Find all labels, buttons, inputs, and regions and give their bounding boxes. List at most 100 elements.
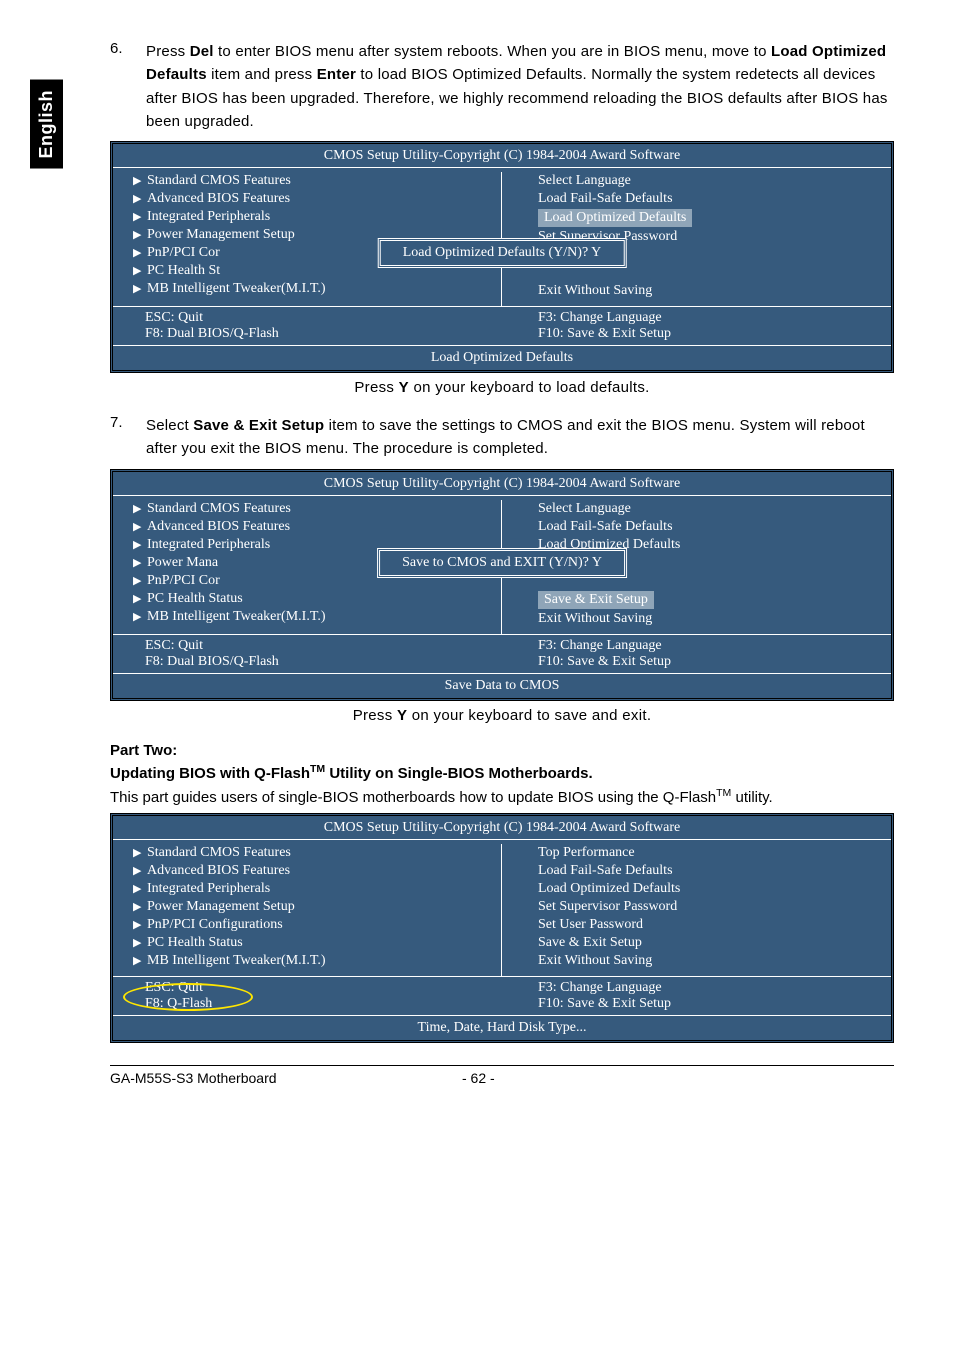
bios-title: CMOS Setup Utility-Copyright (C) 1984-20… (113, 144, 891, 168)
text: utility. (731, 789, 772, 806)
arrow-icon: ▶ (133, 882, 147, 895)
key-hint: F3: Change Language (538, 980, 891, 996)
menu-item[interactable]: Set User Password (538, 917, 643, 932)
footer-left: GA-M55S-S3 Motherboard (110, 1070, 462, 1086)
menu-item[interactable]: MB Intelligent Tweaker(M.I.T.) (147, 953, 326, 968)
step-text: Press Del to enter BIOS menu after syste… (146, 40, 894, 133)
key-y: Y (399, 379, 409, 396)
bios-screen-load-defaults: CMOS Setup Utility-Copyright (C) 1984-20… (110, 141, 894, 373)
caption: Press Y on your keyboard to load default… (110, 379, 894, 396)
text: Press (353, 707, 397, 724)
bios-left-column: ▶Standard CMOS Features ▶Advanced BIOS F… (113, 844, 502, 976)
key-enter: Enter (317, 66, 356, 83)
arrow-icon: ▶ (133, 864, 147, 877)
text: on your keyboard to load defaults. (409, 379, 650, 396)
arrow-icon: ▶ (133, 918, 147, 931)
step-7: 7. Select Save & Exit Setup item to save… (110, 414, 894, 461)
part-two-heading: Part Two: (110, 742, 894, 759)
key-hint: F10: Save & Exit Setup (538, 996, 891, 1012)
menu-item[interactable]: PnP/PCI Cor (147, 245, 220, 260)
bios-title: CMOS Setup Utility-Copyright (C) 1984-20… (113, 472, 891, 496)
bios-screen-qflash: CMOS Setup Utility-Copyright (C) 1984-20… (110, 813, 894, 1043)
bios-status: Load Optimized Defaults (113, 346, 891, 370)
arrow-icon: ▶ (133, 556, 147, 569)
menu-item[interactable]: Load Fail-Safe Defaults (538, 863, 673, 878)
menu-item[interactable]: Exit Without Saving (538, 611, 652, 626)
key-y: Y (397, 707, 407, 724)
menu-item[interactable]: Standard CMOS Features (147, 845, 291, 860)
arrow-icon: ▶ (133, 246, 147, 259)
menu-item[interactable]: Set Supervisor Password (538, 899, 677, 914)
arrow-icon: ▶ (133, 502, 147, 515)
menu-item[interactable]: Load Fail-Safe Defaults (538, 519, 673, 534)
menu-item[interactable]: Advanced BIOS Features (147, 191, 290, 206)
menu-item[interactable]: Integrated Peripherals (147, 881, 270, 896)
key-hint: F10: Save & Exit Setup (538, 326, 891, 342)
menu-item[interactable]: Integrated Peripherals (147, 537, 270, 552)
arrow-icon: ▶ (133, 538, 147, 551)
key-hint: ESC: Quit (145, 310, 502, 326)
footer-page-number: - 62 - (462, 1070, 542, 1086)
menu-item[interactable]: Top Performance (538, 845, 635, 860)
language-tab: English (30, 80, 63, 169)
menu-item[interactable]: Exit Without Saving (538, 953, 652, 968)
menu-item[interactable]: Select Language (538, 173, 631, 188)
bios-status: Time, Date, Hard Disk Type... (113, 1016, 891, 1040)
menu-item-selected[interactable]: Load Optimized Defaults (538, 209, 692, 227)
menu-item[interactable]: PC Health Status (147, 935, 243, 950)
menu-item[interactable]: Standard CMOS Features (147, 173, 291, 188)
arrow-icon: ▶ (133, 520, 147, 533)
menu-item[interactable]: Load Optimized Defaults (538, 881, 680, 896)
arrow-icon: ▶ (133, 846, 147, 859)
arrow-icon: ▶ (133, 282, 147, 295)
menu-item-selected[interactable]: Save & Exit Setup (538, 591, 654, 609)
confirm-popup[interactable]: Save to CMOS and EXIT (Y/N)? Y (377, 548, 627, 578)
arrow-icon: ▶ (133, 210, 147, 223)
step-6: 6. Press Del to enter BIOS menu after sy… (110, 40, 894, 133)
key-hint: ESC: Quit (145, 980, 502, 996)
arrow-icon: ▶ (133, 574, 147, 587)
bios-right-column: Top Performance Load Fail-Safe Defaults … (502, 844, 891, 976)
menu-item[interactable]: Power Management Setup (147, 899, 295, 914)
menu-item[interactable]: Integrated Peripherals (147, 209, 270, 224)
part-two-intro: This part guides users of single-BIOS mo… (110, 786, 894, 810)
text: Press (146, 43, 190, 60)
text: Select (146, 417, 193, 434)
step-text: Select Save & Exit Setup item to save th… (146, 414, 894, 461)
confirm-popup[interactable]: Load Optimized Defaults (Y/N)? Y (378, 238, 627, 268)
page-footer: GA-M55S-S3 Motherboard - 62 - (110, 1065, 894, 1086)
menu-item[interactable]: PC Health Status (147, 591, 243, 606)
menu-item[interactable]: Save & Exit Setup (538, 935, 642, 950)
menu-item[interactable]: MB Intelligent Tweaker(M.I.T.) (147, 281, 326, 296)
menu-item[interactable]: PC Health St (147, 263, 220, 278)
menu-item[interactable]: Load Fail-Safe Defaults (538, 191, 673, 206)
text: on your keyboard to save and exit. (407, 707, 651, 724)
page-content: 6. Press Del to enter BIOS menu after sy… (110, 40, 894, 1086)
menu-item[interactable]: Power Management Setup (147, 227, 295, 242)
menu-item[interactable]: Standard CMOS Features (147, 501, 291, 516)
text: This part guides users of single-BIOS mo… (110, 789, 716, 806)
key-hint: F8: Dual BIOS/Q-Flash (145, 326, 502, 342)
menu-item[interactable]: Exit Without Saving (538, 283, 652, 298)
menu-item[interactable]: PnP/PCI Cor (147, 573, 220, 588)
text: item and press (207, 66, 317, 83)
key-save-exit: Save & Exit Setup (193, 417, 324, 434)
arrow-icon: ▶ (133, 610, 147, 623)
text: Updating BIOS with Q-Flash (110, 765, 310, 782)
key-hint: F8: Q-Flash (145, 996, 502, 1012)
menu-item[interactable]: Advanced BIOS Features (147, 863, 290, 878)
trademark-icon: TM (716, 787, 731, 799)
menu-item[interactable]: Advanced BIOS Features (147, 519, 290, 534)
menu-item[interactable]: PnP/PCI Configurations (147, 917, 283, 932)
bios-title: CMOS Setup Utility-Copyright (C) 1984-20… (113, 816, 891, 840)
key-hint: F10: Save & Exit Setup (538, 654, 891, 670)
menu-item[interactable]: MB Intelligent Tweaker(M.I.T.) (147, 609, 326, 624)
arrow-icon: ▶ (133, 192, 147, 205)
arrow-icon: ▶ (133, 228, 147, 241)
key-hint: ESC: Quit (145, 638, 502, 654)
step-number: 6. (110, 40, 146, 133)
arrow-icon: ▶ (133, 936, 147, 949)
menu-item[interactable]: Select Language (538, 501, 631, 516)
key-hint: F3: Change Language (538, 638, 891, 654)
menu-item[interactable]: Power Mana (147, 555, 218, 570)
